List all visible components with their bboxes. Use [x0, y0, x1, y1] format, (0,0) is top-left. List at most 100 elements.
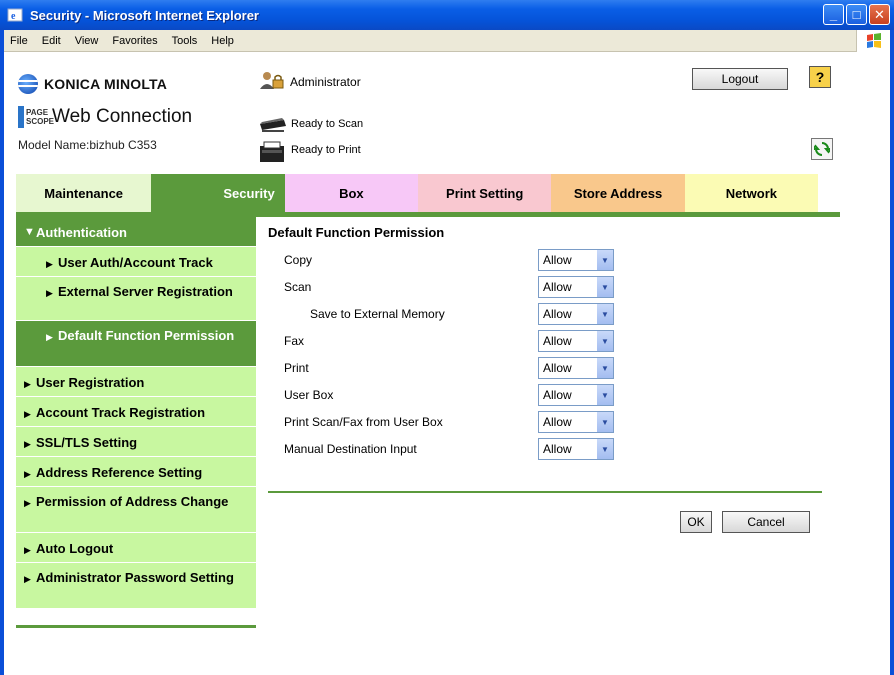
sidebar-item-label: Auto Logout — [36, 541, 114, 556]
scanner-icon — [258, 114, 286, 134]
sidebar-item-label: Account Track Registration — [36, 405, 206, 420]
sidebar-item-external-server-registration[interactable]: ▶ External Server Registration — [16, 277, 256, 321]
svg-text:e: e — [11, 11, 16, 22]
administrator-icon — [259, 70, 285, 93]
menu-bar: File Edit View Favorites Tools Help — [4, 30, 890, 52]
permission-value: Allow — [543, 334, 572, 348]
menu-help[interactable]: Help — [205, 35, 242, 47]
sidebar-divider — [16, 625, 256, 628]
triangle-right-icon: ▶ — [46, 332, 53, 342]
triangle-right-icon: ▶ — [46, 288, 53, 298]
triangle-right-icon: ▶ — [46, 259, 53, 269]
menu-edit[interactable]: Edit — [36, 35, 69, 47]
permission-label: Manual Destination Input — [284, 442, 417, 456]
menu-tools[interactable]: Tools — [166, 35, 206, 47]
permission-select[interactable]: Allow ▼ — [538, 249, 614, 271]
triangle-right-icon: ▶ — [24, 498, 31, 508]
page-header: KONICA MINOLTA PAGE SCOPE Web Connection… — [4, 52, 890, 174]
menu-file[interactable]: File — [4, 35, 36, 47]
pagescope-badge-line2: SCOPE — [26, 117, 55, 126]
tab-security[interactable]: Security — [151, 174, 285, 212]
sidebar-item-ssl-tls-setting[interactable]: ▶ SSL/TLS Setting — [16, 427, 256, 457]
permission-value: Allow — [543, 280, 572, 294]
sidebar-item-label: Address Reference Setting — [36, 465, 203, 480]
pagescope-badge: PAGE SCOPE — [18, 106, 55, 128]
permission-value: Allow — [543, 253, 572, 267]
permission-row: Save to External Memory Allow ▼ — [268, 303, 828, 325]
chevron-down-icon[interactable]: ▼ — [596, 277, 613, 297]
permission-select[interactable]: Allow ▼ — [538, 303, 614, 325]
permission-select[interactable]: Allow ▼ — [538, 411, 614, 433]
chevron-down-icon[interactable]: ▼ — [596, 250, 613, 270]
main-panel: Default Function Permission OK Cancel Co… — [268, 225, 828, 533]
chevron-down-icon[interactable]: ▼ — [596, 304, 613, 324]
chevron-down-icon[interactable]: ▼ — [596, 385, 613, 405]
triangle-right-icon: ▶ — [24, 439, 31, 449]
sidebar-item-user-auth-account-track[interactable]: ▶ User Auth/Account Track — [16, 247, 256, 277]
minimize-button[interactable]: _ — [823, 4, 844, 25]
sidebar-item-account-track-registration[interactable]: ▶ Account Track Registration — [16, 397, 256, 427]
permission-value: Allow — [543, 307, 572, 321]
scan-status: Ready to Scan — [258, 114, 363, 134]
tab-store-address[interactable]: Store Address — [551, 174, 685, 212]
tab-print-setting[interactable]: Print Setting — [418, 174, 552, 212]
triangle-right-icon: ▶ — [24, 379, 31, 389]
menu-view[interactable]: View — [69, 35, 107, 47]
triangle-down-icon: ▼ — [24, 226, 35, 238]
internet-explorer-icon: e — [6, 6, 24, 24]
permission-label: Save to External Memory — [310, 307, 445, 321]
refresh-icon[interactable] — [811, 138, 833, 160]
chevron-down-icon[interactable]: ▼ — [596, 412, 613, 432]
maximize-button[interactable]: □ — [846, 4, 867, 25]
chevron-down-icon[interactable]: ▼ — [596, 331, 613, 351]
permission-label: Scan — [284, 280, 312, 294]
window-title: Security - Microsoft Internet Explorer — [30, 7, 259, 23]
permission-value: Allow — [543, 361, 572, 375]
pagescope-badge-line1: PAGE — [26, 108, 49, 117]
logout-button[interactable]: Logout — [692, 68, 788, 90]
browser-window: e Security - Microsoft Internet Explorer… — [0, 0, 894, 675]
tab-box[interactable]: Box — [284, 174, 419, 212]
title-bar[interactable]: e Security - Microsoft Internet Explorer… — [0, 0, 894, 30]
permission-label: Copy — [284, 253, 313, 267]
tab-maintenance[interactable]: Maintenance — [16, 174, 152, 212]
close-button[interactable]: ✕ — [869, 4, 890, 25]
printer-icon — [258, 140, 286, 162]
sidebar-item-label: External Server Registration — [58, 284, 233, 299]
tab-network[interactable]: Network — [684, 174, 818, 212]
triangle-right-icon: ▶ — [24, 469, 31, 479]
permission-select[interactable]: Allow ▼ — [538, 438, 614, 460]
permission-select[interactable]: Allow ▼ — [538, 357, 614, 379]
sidebar-item-label: Default Function Permission — [58, 328, 235, 343]
permission-label: Fax — [284, 334, 305, 348]
print-status-text: Ready to Print — [291, 144, 361, 156]
ok-button[interactable]: OK — [680, 511, 712, 533]
sidebar-item-label: Administrator Password Setting — [36, 570, 234, 585]
pagescope-logo: PAGE SCOPE Web Connection — [18, 106, 192, 128]
permission-label: User Box — [284, 388, 334, 402]
permission-row: Fax Allow ▼ — [268, 330, 828, 352]
sidebar-item-authentication[interactable]: ▼ Authentication — [16, 217, 256, 247]
sidebar-item-label: Permission of Address Change — [36, 494, 229, 509]
sidebar-item-label: User Auth/Account Track — [58, 255, 213, 270]
model-name: Model Name:bizhub C353 — [18, 138, 157, 152]
sidebar-item-default-function-permission[interactable]: ▶ Default Function Permission — [16, 321, 256, 367]
permission-value: Allow — [543, 442, 572, 456]
sidebar-item-permission-of-address-change[interactable]: ▶ Permission of Address Change — [16, 487, 256, 533]
triangle-right-icon: ▶ — [24, 545, 31, 555]
permission-row: Scan Allow ▼ — [268, 276, 828, 298]
user-indicator: Administrator — [259, 70, 361, 93]
permission-select[interactable]: Allow ▼ — [538, 384, 614, 406]
permission-select[interactable]: Allow ▼ — [538, 276, 614, 298]
chevron-down-icon[interactable]: ▼ — [596, 358, 613, 378]
sidebar-item-administrator-password-setting[interactable]: ▶ Administrator Password Setting — [16, 563, 256, 609]
cancel-button[interactable]: Cancel — [722, 511, 810, 533]
help-button[interactable]: ? — [809, 66, 831, 88]
sidebar-item-user-registration[interactable]: ▶ User Registration — [16, 367, 256, 397]
chevron-down-icon[interactable]: ▼ — [596, 439, 613, 459]
sidebar-item-auto-logout[interactable]: ▶ Auto Logout — [16, 533, 256, 563]
sidebar-item-address-reference-setting[interactable]: ▶ Address Reference Setting — [16, 457, 256, 487]
menu-favorites[interactable]: Favorites — [106, 35, 165, 47]
permission-select[interactable]: Allow ▼ — [538, 330, 614, 352]
permission-label: Print — [284, 361, 309, 375]
